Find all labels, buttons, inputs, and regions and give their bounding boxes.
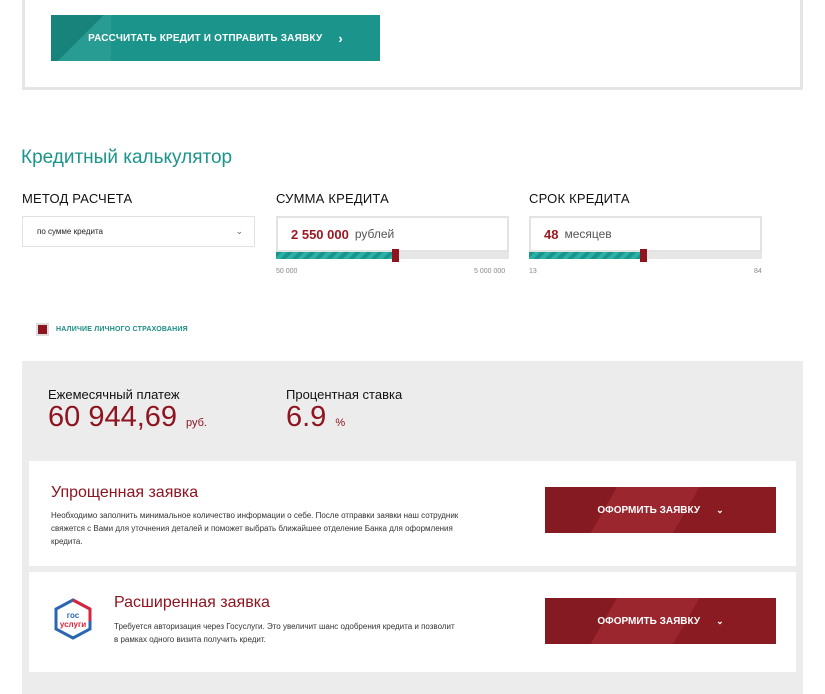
term-slider[interactable] — [529, 249, 762, 262]
payment-amount: 60 944,69 руб. — [48, 401, 207, 434]
payment-unit: руб. — [186, 417, 207, 429]
term-field[interactable]: 48 месяцев — [529, 216, 762, 252]
amount-max: 5 000 000 — [474, 268, 506, 275]
calculate-and-submit-label: РАССЧИТАТЬ КРЕДИТ И ОТПРАВИТЬ ЗАЯВКУ — [88, 32, 323, 44]
amount-slider[interactable] — [276, 249, 509, 262]
extended-application-submit-button[interactable]: ОФОРМИТЬ ЗАЯВКУ ⌄ — [545, 598, 776, 644]
amount-label: СУММА КРЕДИТА — [276, 191, 389, 206]
chevron-down-icon: ⌄ — [716, 615, 724, 626]
rate-amount: 6.9 % — [286, 401, 345, 434]
extended-application-title: Расширенная заявка — [114, 594, 270, 611]
simple-application-submit-button[interactable]: ОФОРМИТЬ ЗАЯВКУ ⌄ — [545, 487, 776, 533]
method-select[interactable]: по сумме кредита ⌄ — [22, 216, 255, 247]
simple-application-button-label: ОФОРМИТЬ ЗАЯВКУ — [597, 504, 701, 516]
simple-application-description: Необходимо заполнить минимальное количес… — [51, 511, 459, 546]
payment-value: 60 944,69 — [48, 401, 178, 433]
term-min: 13 — [529, 268, 537, 275]
chevron-down-icon: ⌄ — [235, 226, 243, 236]
rate-value: 6.9 — [286, 401, 327, 433]
amount-slider-handle[interactable] — [392, 249, 399, 262]
method-selected-value: по сумме кредита — [37, 227, 103, 236]
amount-min: 50 000 — [276, 268, 298, 275]
extended-application-button-label: ОФОРМИТЬ ЗАЯВКУ — [597, 615, 701, 627]
simple-application-title: Упрощенная заявка — [51, 484, 199, 501]
chevron-right-icon: › — [338, 30, 343, 46]
rate-label: Процентная ставка — [286, 387, 403, 402]
insurance-option[interactable]: НАЛИЧИЕ ЛИЧНОГО СТРАХОВАНИЯ — [36, 323, 188, 336]
gosuslugi-logo: гос услуги — [54, 598, 92, 640]
amount-field[interactable]: 2 550 000 рублей — [276, 216, 509, 252]
insurance-checkbox[interactable] — [36, 323, 49, 336]
method-label: МЕТОД РАСЧЕТА — [22, 191, 133, 206]
amount-value: 2 550 000 — [291, 226, 349, 242]
payment-label: Ежемесячный платеж — [48, 387, 180, 402]
term-unit: месяцев — [564, 227, 612, 241]
term-label: СРОК КРЕДИТА — [529, 191, 630, 206]
logo-text-bottom: услуги — [60, 620, 86, 629]
logo-text-top: гос — [67, 611, 80, 620]
chevron-down-icon: ⌄ — [716, 504, 724, 515]
amount-unit: рублей — [354, 227, 395, 241]
calculate-and-submit-button[interactable]: РАССЧИТАТЬ КРЕДИТ И ОТПРАВИТЬ ЗАЯВКУ › — [51, 15, 380, 61]
amount-slider-fill — [276, 252, 395, 259]
extended-application-description: Требуется авторизация через Госуслуги. Э… — [114, 622, 455, 644]
term-slider-handle[interactable] — [640, 249, 647, 262]
term-max: 84 — [754, 268, 762, 275]
rate-unit: % — [335, 417, 346, 429]
term-value: 48 — [544, 226, 559, 242]
term-slider-fill — [529, 252, 643, 259]
insurance-label: НАЛИЧИЕ ЛИЧНОГО СТРАХОВАНИЯ — [56, 326, 188, 333]
calculator-title: Кредитный калькулятор — [21, 147, 233, 168]
